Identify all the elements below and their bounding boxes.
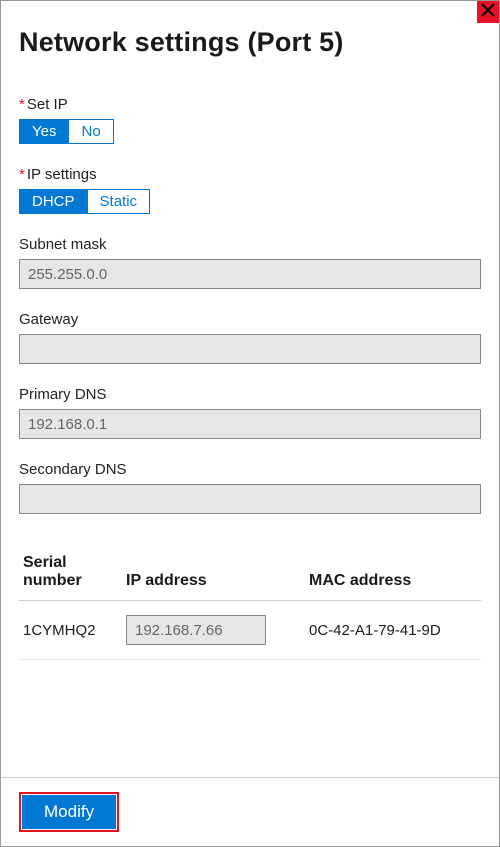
field-set-ip: *Set IP Yes No xyxy=(19,96,481,144)
column-header-ip: IP address xyxy=(122,544,305,601)
ip-settings-option-static[interactable]: Static xyxy=(87,190,150,213)
set-ip-label-text: Set IP xyxy=(27,96,68,113)
field-label-set-ip: *Set IP xyxy=(19,96,481,113)
secondary-dns-label: Secondary DNS xyxy=(19,461,481,478)
subnet-mask-input[interactable] xyxy=(19,259,481,289)
gateway-label: Gateway xyxy=(19,311,481,328)
column-header-mac: MAC address xyxy=(305,544,481,601)
modify-button[interactable]: Modify xyxy=(22,795,116,829)
set-ip-option-yes[interactable]: Yes xyxy=(20,120,68,143)
field-label-ip-settings: *IP settings xyxy=(19,166,481,183)
field-secondary-dns: Secondary DNS xyxy=(19,461,481,514)
network-settings-panel: Network settings (Port 5) *Set IP Yes No… xyxy=(0,0,500,847)
gateway-input[interactable] xyxy=(19,334,481,364)
panel-footer: Modify xyxy=(1,777,499,846)
table-row: 1CYMHQ2 0C-42-A1-79-41-9D xyxy=(19,601,481,660)
ip-cell xyxy=(122,601,305,660)
column-header-serial: Serial number xyxy=(19,544,122,601)
primary-dns-label: Primary DNS xyxy=(19,386,481,403)
set-ip-option-no[interactable]: No xyxy=(68,120,112,143)
set-ip-toggle: Yes No xyxy=(19,119,114,144)
modify-button-highlight: Modify xyxy=(19,792,119,832)
interfaces-table: Serial number IP address MAC address 1CY… xyxy=(19,544,481,660)
field-subnet-mask: Subnet mask xyxy=(19,236,481,289)
close-button[interactable] xyxy=(477,1,499,23)
ip-settings-toggle: DHCP Static xyxy=(19,189,150,214)
row-ip-input[interactable] xyxy=(126,615,266,645)
serial-cell: 1CYMHQ2 xyxy=(19,601,122,660)
mac-cell: 0C-42-A1-79-41-9D xyxy=(305,601,481,660)
field-ip-settings: *IP settings DHCP Static xyxy=(19,166,481,214)
ip-settings-option-dhcp[interactable]: DHCP xyxy=(20,190,87,213)
field-primary-dns: Primary DNS xyxy=(19,386,481,439)
field-gateway: Gateway xyxy=(19,311,481,364)
secondary-dns-input[interactable] xyxy=(19,484,481,514)
required-marker: * xyxy=(19,166,25,183)
subnet-mask-label: Subnet mask xyxy=(19,236,481,253)
panel-title: Network settings (Port 5) xyxy=(19,27,481,58)
required-marker: * xyxy=(19,96,25,113)
close-icon xyxy=(481,3,495,22)
primary-dns-input[interactable] xyxy=(19,409,481,439)
ip-settings-label-text: IP settings xyxy=(27,166,97,183)
